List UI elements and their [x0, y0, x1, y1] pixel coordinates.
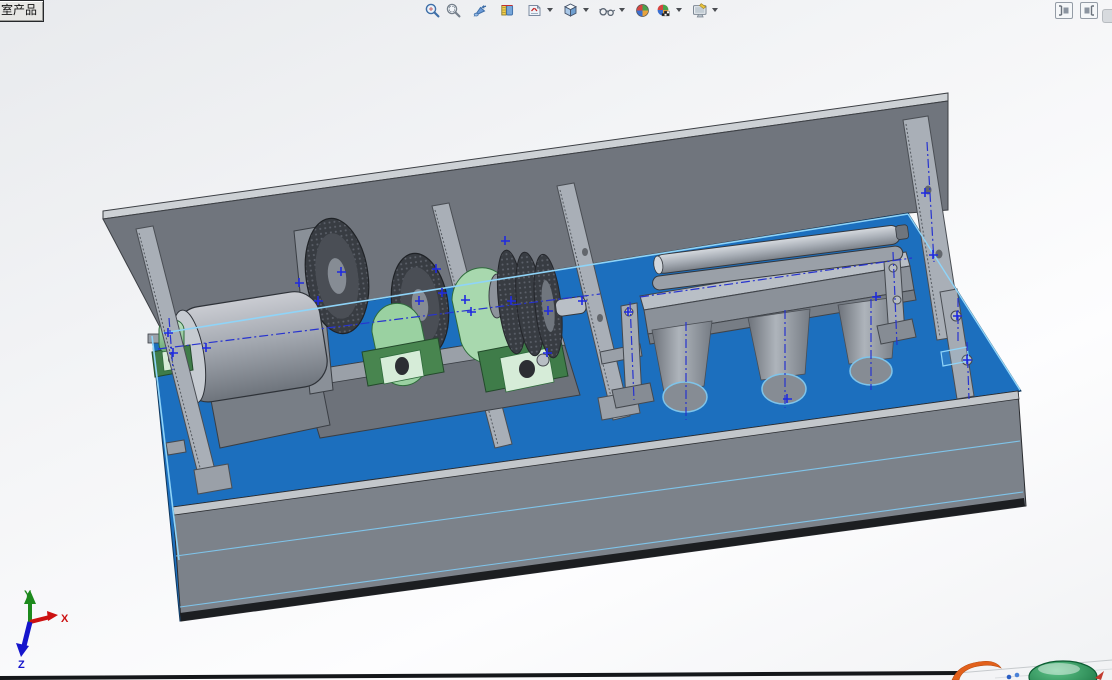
toggle-right-pane-button[interactable] — [1080, 2, 1098, 19]
apply-scene-dropdown[interactable] — [710, 1, 719, 20]
plate-tab[interactable] — [165, 439, 187, 456]
view-orientation-dropdown[interactable] — [545, 1, 554, 20]
zoom-to-fit-button[interactable] — [422, 1, 443, 20]
view-orientation-icon — [528, 4, 541, 16]
toggle-left-pane-button[interactable] — [1055, 2, 1073, 19]
section-view-button[interactable] — [497, 1, 518, 20]
cutoff-edge-button[interactable] — [1102, 9, 1112, 23]
toggle-right-pane-icon — [1084, 5, 1094, 16]
product-label-text: 室产品 — [1, 3, 38, 17]
product-label-button[interactable]: 室产品 — [0, 0, 45, 22]
view-settings-button[interactable] — [632, 1, 653, 20]
pane-toggle-controls — [1055, 2, 1098, 19]
partial-logo-swirl — [951, 660, 1002, 680]
apply-scene-monitor-icon — [692, 2, 706, 17]
view-settings-sphere-icon — [636, 3, 649, 17]
edit-appearance-sphere-icon — [657, 4, 669, 16]
display-style-cube-icon — [564, 2, 577, 17]
display-style-button[interactable] — [560, 1, 581, 20]
display-style-dropdown[interactable] — [581, 1, 590, 20]
reference-triad: Y X Z — [16, 589, 69, 671]
previous-view-icon — [473, 4, 487, 17]
triad-x-label: X — [61, 613, 69, 625]
solidworks-viewport: Y X Z 室产品 — [0, 0, 1112, 680]
green-sphere-button[interactable] — [1028, 660, 1098, 680]
previous-view-button[interactable] — [470, 1, 491, 20]
view-orientation-button[interactable] — [524, 1, 545, 20]
triad-z-label: Z — [18, 659, 25, 671]
viewport-canvas[interactable]: Y X Z — [0, 0, 1112, 680]
bottom-cutoff-window — [0, 659, 1112, 680]
apply-scene-button[interactable] — [689, 1, 710, 20]
hide-show-items-dropdown[interactable] — [617, 1, 626, 20]
toggle-left-pane-icon — [1059, 5, 1069, 16]
hide-show-items-glasses-icon — [598, 7, 615, 16]
section-view-icon — [501, 4, 514, 15]
zoom-to-fit-icon — [425, 3, 440, 17]
zoom-to-area-button[interactable] — [443, 1, 464, 20]
zoom-to-area-icon — [446, 3, 461, 17]
hide-show-items-button[interactable] — [596, 1, 617, 20]
edit-appearance-button[interactable] — [653, 1, 674, 20]
edit-appearance-dropdown[interactable] — [674, 1, 683, 20]
heads-up-view-toolbar — [422, 0, 719, 20]
triad-y-label: Y — [24, 589, 32, 601]
